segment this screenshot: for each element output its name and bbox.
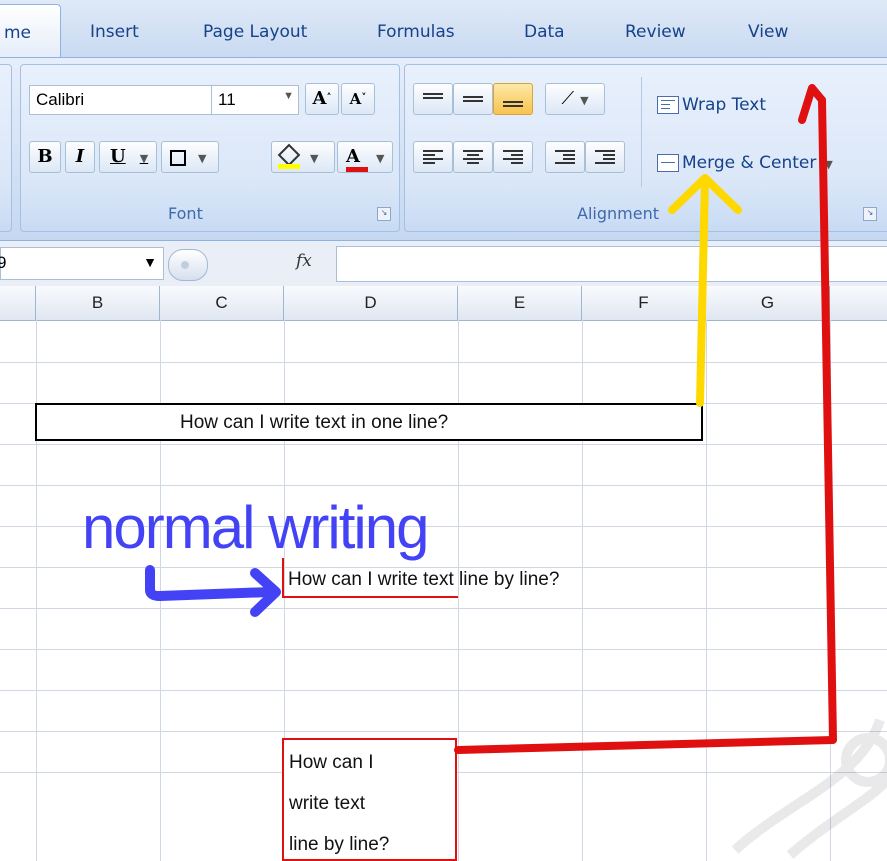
shrink-font-button[interactable]: A˅: [341, 83, 375, 115]
fill-color-button[interactable]: ▼: [271, 141, 335, 173]
bottom-align-button[interactable]: [493, 83, 533, 115]
increase-indent-button[interactable]: [585, 141, 625, 173]
name-box[interactable]: 9 ▼: [0, 247, 164, 280]
ribbon: Calibri ▼ 11 ▼ A˄ A˅ B I U▼ ▼ ▼ A▼ Font …: [0, 57, 887, 241]
tab-formulas[interactable]: Formulas: [377, 22, 455, 42]
merge-center-button[interactable]: Merge & Center ▼: [657, 153, 833, 173]
font-name-combo[interactable]: Calibri ▼: [29, 85, 229, 115]
tab-view[interactable]: View: [748, 22, 788, 42]
column-header[interactable]: E: [458, 286, 582, 320]
tab-review[interactable]: Review: [625, 22, 686, 42]
align-center-icon: [463, 148, 483, 166]
underline-button[interactable]: U ▼: [99, 141, 157, 173]
bold-button[interactable]: B: [29, 141, 61, 173]
handwritten-annotation-label: normal writing: [82, 494, 429, 561]
wrap-text-button[interactable]: Wrap Text: [657, 95, 766, 115]
wrapped-line: write text: [289, 793, 366, 814]
font-size-combo[interactable]: 11 ▼: [211, 85, 299, 115]
column-header[interactable]: H: [830, 286, 887, 320]
formula-input[interactable]: [336, 246, 887, 282]
wrapped-line: line by line?: [289, 834, 390, 855]
font-color-button[interactable]: A ▼: [337, 141, 393, 173]
column-header[interactable]: D: [284, 286, 458, 320]
orientation-button[interactable]: ⟋ ▼: [545, 83, 605, 115]
top-align-button[interactable]: [413, 83, 453, 115]
wrap-text-icon: [657, 96, 679, 114]
font-group-label: Font: [168, 204, 203, 223]
decrease-indent-button[interactable]: [545, 141, 585, 173]
align-left-icon: [423, 148, 443, 166]
wrapped-text-cell[interactable]: How can I write text line by line?: [282, 738, 457, 861]
font-group: Calibri ▼ 11 ▼ A˄ A˅ B I U▼ ▼ ▼ A▼ Font …: [20, 64, 400, 232]
wrapped-line: How can I: [289, 752, 374, 773]
middle-align-button[interactable]: [453, 83, 493, 115]
separator: [641, 77, 642, 187]
clipboard-group-edge: [0, 64, 12, 232]
insert-function-icon[interactable]: fx: [296, 251, 312, 271]
align-right-icon: [503, 148, 523, 166]
align-top-icon: [423, 91, 443, 101]
align-middle-icon: [463, 94, 483, 104]
align-bottom-icon: [503, 99, 523, 109]
column-header[interactable]: F: [582, 286, 706, 320]
paint-bucket-icon: [277, 143, 301, 169]
tab-home[interactable]: me: [0, 4, 61, 60]
align-right-button[interactable]: [493, 141, 533, 173]
column-header-a[interactable]: [0, 286, 36, 320]
column-header[interactable]: B: [36, 286, 160, 320]
chevron-down-icon[interactable]: ▼: [143, 254, 157, 270]
center-button[interactable]: [453, 141, 493, 173]
font-dialog-launcher-icon[interactable]: ↘: [377, 207, 391, 221]
cell-text-overflow[interactable]: How can I write text line by line?: [288, 569, 559, 591]
column-header[interactable]: G: [706, 286, 830, 320]
border-icon: [170, 149, 186, 166]
increase-indent-icon: [595, 148, 615, 166]
column-header[interactable]: C: [160, 286, 284, 320]
chevron-down-icon: ▼: [283, 90, 294, 102]
align-left-button[interactable]: [413, 141, 453, 173]
column-headers: B C D E F G H: [0, 286, 887, 321]
name-box-value: 9: [0, 253, 7, 272]
merge-center-icon: [657, 154, 679, 172]
font-color-icon: A: [346, 146, 368, 172]
tab-page-layout[interactable]: Page Layout: [203, 22, 307, 42]
font-size-value: 11: [218, 90, 236, 109]
orientation-icon: ⟋: [561, 88, 575, 109]
grow-font-button[interactable]: A˄: [305, 83, 339, 115]
alignment-dialog-launcher-icon[interactable]: ↘: [863, 207, 877, 221]
font-name-value: Calibri: [36, 90, 85, 109]
tab-insert[interactable]: Insert: [90, 22, 139, 42]
merged-cell-one-line[interactable]: How can I write text in one line?: [35, 403, 703, 441]
decrease-indent-icon: [555, 148, 575, 166]
formula-bar-splitter[interactable]: [168, 249, 208, 281]
ribbon-tab-strip: me Insert Page Layout Formulas Data Revi…: [0, 0, 887, 60]
tab-data[interactable]: Data: [524, 22, 565, 42]
borders-button[interactable]: ▼: [161, 141, 219, 173]
cell-text: How can I write text in one line?: [180, 412, 449, 433]
italic-button[interactable]: I: [65, 141, 95, 173]
alignment-group: ⟋ ▼ Wrap Text Merge & Center ▼ Alignment ↘: [404, 64, 887, 232]
formula-bar: 9 ▼ fx: [0, 240, 887, 287]
alignment-group-label: Alignment: [577, 204, 659, 223]
